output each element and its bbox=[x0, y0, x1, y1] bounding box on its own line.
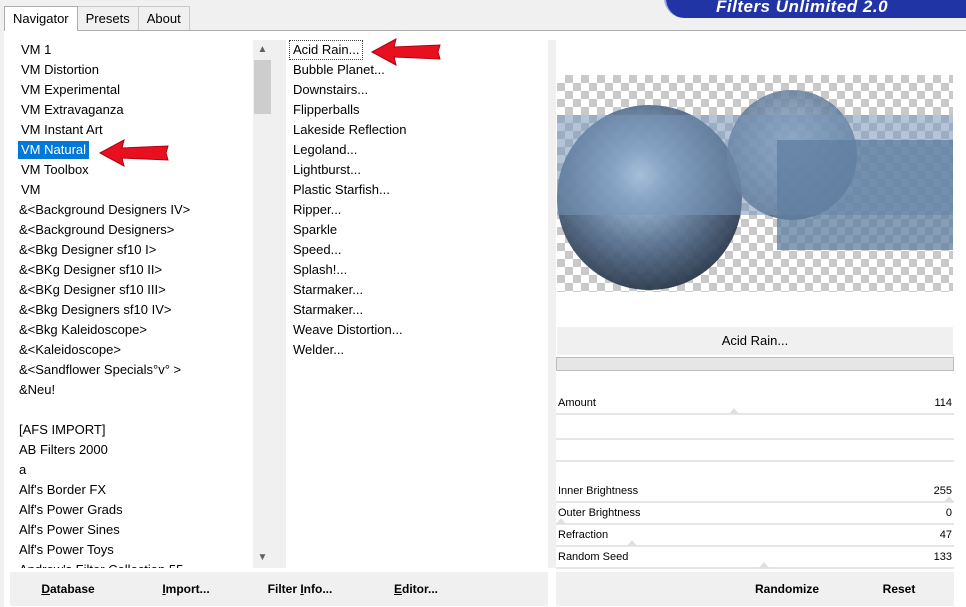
filter-item[interactable]: Legoland... bbox=[290, 141, 360, 159]
parameter-slider[interactable]: Outer Brightness 0 bbox=[556, 504, 954, 526]
category-item[interactable]: VM Natural bbox=[18, 141, 90, 159]
category-item[interactable]: &<Bkg Designer sf10 I> bbox=[16, 241, 159, 259]
category-item[interactable] bbox=[16, 401, 22, 419]
randomize-button[interactable]: Randomize bbox=[744, 572, 830, 606]
slider-track[interactable] bbox=[556, 567, 954, 569]
category-item[interactable]: &<Bkg Designers sf10 IV> bbox=[16, 301, 174, 319]
filter-list[interactable]: Acid Rain... Bubble Planet... Downstairs..… bbox=[286, 40, 548, 568]
chevron-down-icon[interactable]: ▼ bbox=[253, 548, 272, 568]
tab-navigator[interactable]: Navigator bbox=[4, 6, 78, 31]
empty-slider-track bbox=[556, 460, 954, 462]
filter-item[interactable]: Welder... bbox=[290, 341, 347, 359]
red-arrow-icon bbox=[370, 38, 441, 66]
slider-thumb[interactable] bbox=[627, 540, 638, 546]
filter-name-label: Acid Rain... bbox=[557, 327, 953, 355]
filter-item[interactable]: Sparkle bbox=[290, 221, 340, 239]
filter-item[interactable]: Splash!... bbox=[290, 261, 350, 279]
category-item[interactable]: &<BKg Designer sf10 III> bbox=[16, 281, 169, 299]
category-item[interactable]: Alf's Border FX bbox=[16, 481, 109, 499]
slider-value: 47 bbox=[939, 529, 952, 541]
parameter-slider[interactable]: Refraction 47 bbox=[556, 526, 954, 548]
slider-track[interactable] bbox=[556, 545, 954, 547]
category-item[interactable]: &Neu! bbox=[16, 381, 58, 399]
slider-label: Amount bbox=[558, 397, 596, 409]
category-item[interactable]: a bbox=[16, 461, 29, 479]
category-item[interactable]: &<BKg Designer sf10 II> bbox=[16, 261, 165, 279]
slider-track[interactable] bbox=[556, 501, 954, 503]
filter-item[interactable]: Downstairs... bbox=[290, 81, 371, 99]
slider-thumb[interactable] bbox=[556, 518, 566, 524]
filter-item[interactable]: Starmaker... bbox=[290, 301, 366, 319]
preview-band bbox=[777, 140, 953, 250]
parameter-slider[interactable]: Random Seed 133 bbox=[556, 548, 954, 570]
category-item[interactable]: AB Filters 2000 bbox=[16, 441, 111, 459]
filter-item[interactable]: Plastic Starfish... bbox=[290, 181, 393, 199]
tab-about[interactable]: About bbox=[137, 6, 190, 30]
slider-label: Inner Brightness bbox=[558, 485, 639, 497]
filter-item[interactable]: Lightburst... bbox=[290, 161, 364, 179]
scrollbar-thumb[interactable] bbox=[254, 60, 271, 114]
filter-item[interactable]: Acid Rain... bbox=[288, 40, 364, 60]
filter-item[interactable]: Ripper... bbox=[290, 201, 344, 219]
filter-preview bbox=[557, 75, 953, 292]
database-button[interactable]: Database bbox=[28, 572, 108, 606]
slider-track[interactable] bbox=[556, 523, 954, 525]
slider-thumb[interactable] bbox=[729, 408, 740, 414]
slider-value: 114 bbox=[934, 397, 952, 409]
category-item[interactable]: VM Toolbox bbox=[18, 161, 92, 179]
category-item[interactable]: &<Kaleidoscope> bbox=[16, 341, 124, 359]
red-arrow-icon bbox=[98, 139, 169, 167]
category-item[interactable]: [AFS IMPORT] bbox=[16, 421, 108, 439]
category-item[interactable]: Alf's Power Grads bbox=[16, 501, 126, 519]
empty-slider-track bbox=[556, 438, 954, 440]
category-item[interactable]: Alf's Power Sines bbox=[16, 521, 123, 539]
category-item[interactable]: &<Background Designers IV> bbox=[16, 201, 193, 219]
tab-presets[interactable]: Presets bbox=[76, 6, 139, 30]
filter-item[interactable]: Lakeside Reflection bbox=[290, 121, 409, 139]
chevron-up-icon[interactable]: ▲ bbox=[253, 40, 272, 60]
category-list[interactable]: VM 1 VM Distortion VM Experimental VM Extra… bbox=[10, 40, 272, 568]
slider-track[interactable] bbox=[556, 413, 954, 415]
category-item[interactable]: &<Background Designers> bbox=[16, 221, 177, 239]
slider-thumb[interactable] bbox=[944, 496, 954, 502]
list-separator bbox=[548, 40, 556, 568]
slider-label: Outer Brightness bbox=[558, 507, 641, 519]
app-logo: Filters Unlimited 2.0 bbox=[664, 0, 966, 18]
category-item[interactable]: VM Distortion bbox=[18, 61, 102, 79]
filter-item[interactable]: Weave Distortion... bbox=[290, 321, 406, 339]
filter-item[interactable]: Starmaker... bbox=[290, 281, 366, 299]
category-item[interactable]: VM bbox=[18, 181, 44, 199]
parameter-slider[interactable]: Amount 114 bbox=[556, 394, 954, 416]
slider-value: 133 bbox=[933, 551, 952, 563]
filter-item[interactable]: Flipperballs bbox=[290, 101, 362, 119]
slider-value: 0 bbox=[945, 507, 952, 519]
category-item[interactable]: &<Sandflower Specials°v° > bbox=[16, 361, 184, 379]
category-item[interactable]: &<Bkg Kaleidoscope> bbox=[16, 321, 150, 339]
category-item[interactable]: Andrew's Filter Collection 55 bbox=[16, 561, 186, 568]
list-separator bbox=[272, 40, 286, 568]
tab-strip: Navigator Presets About bbox=[4, 6, 190, 31]
category-item[interactable]: Alf's Power Toys bbox=[16, 541, 117, 559]
category-scrollbar[interactable]: ▲ ▼ bbox=[253, 40, 272, 568]
parameter-slider[interactable]: Inner Brightness 255 bbox=[556, 482, 954, 504]
category-item[interactable]: VM 1 bbox=[18, 41, 54, 59]
reset-button[interactable]: Reset bbox=[868, 572, 930, 606]
import-button[interactable]: Import... bbox=[148, 572, 224, 606]
category-item[interactable]: VM Experimental bbox=[18, 81, 123, 99]
slider-label: Refraction bbox=[558, 529, 609, 541]
filter-item[interactable]: Speed... bbox=[290, 241, 344, 259]
progress-bar bbox=[556, 357, 954, 371]
category-item[interactable]: VM Instant Art bbox=[18, 121, 106, 139]
slider-label: Random Seed bbox=[558, 551, 629, 563]
category-item[interactable]: VM Extravaganza bbox=[18, 101, 127, 119]
filter-info-button[interactable]: Filter Info... bbox=[256, 572, 344, 606]
slider-thumb[interactable] bbox=[758, 562, 769, 568]
editor-button[interactable]: Editor... bbox=[383, 572, 449, 606]
